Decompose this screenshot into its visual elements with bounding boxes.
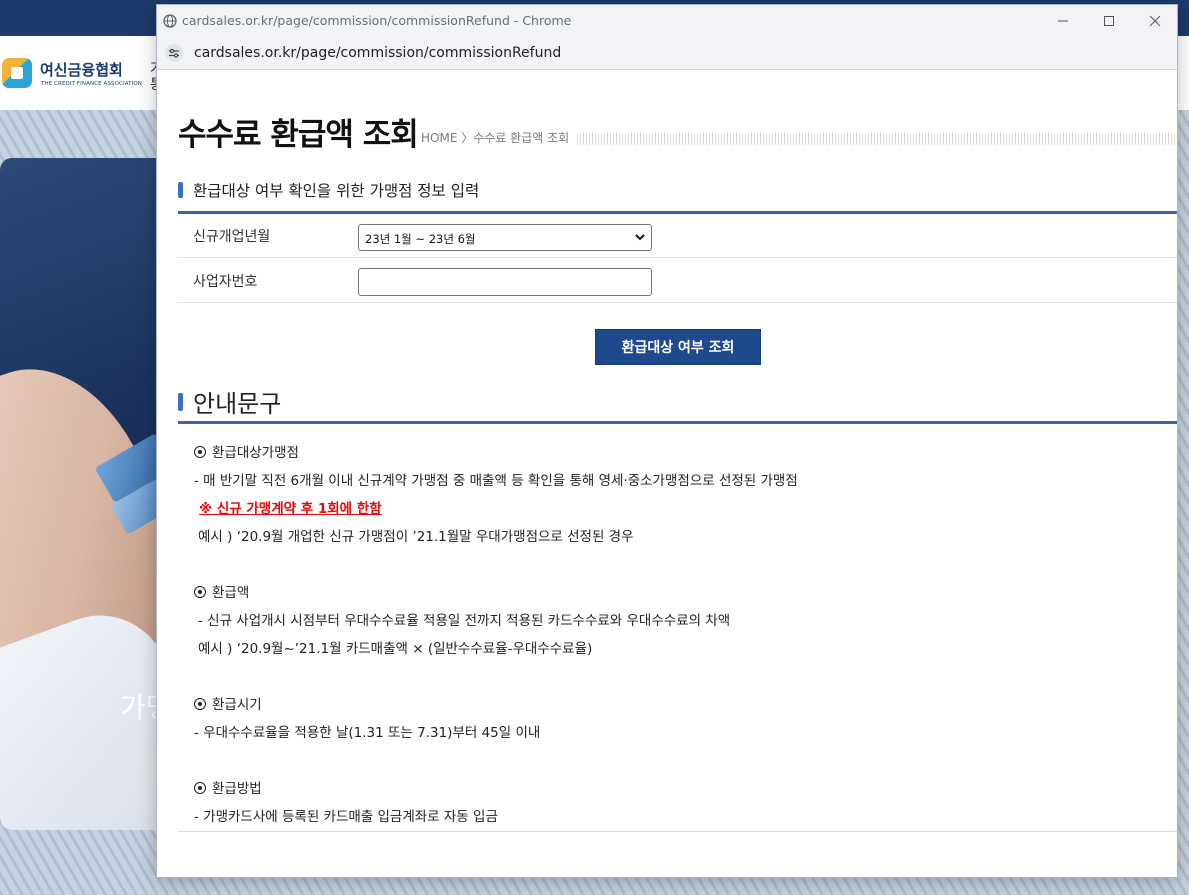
notice-heading-text: 환급방법	[212, 781, 262, 797]
open-month-selected: 23년 1월 ~ 23년 6월	[365, 232, 476, 246]
open-month-row: 신규개업년월 23년 1월 ~ 23년 6월	[178, 214, 1177, 258]
notice-heading-text: 환급액	[212, 585, 250, 601]
popup-window: cardsales.or.kr/page/commission/commissi…	[156, 4, 1178, 878]
bullet-radio-icon	[194, 446, 206, 458]
address-bar[interactable]: cardsales.or.kr/page/commission/commissi…	[157, 37, 1177, 70]
section-marker	[178, 392, 183, 411]
background-hero-panel	[0, 158, 160, 830]
check-eligibility-button[interactable]: 환급대상 여부 조회	[595, 329, 761, 365]
maximize-icon	[1104, 16, 1114, 26]
breadcrumb: HOME 〉수수료 환급액 조회	[421, 131, 570, 145]
notice-section-header: 안내문구	[178, 384, 281, 419]
notice-warning-wrap: ※ 신규 가맹계약 후 1회에 한함	[199, 497, 382, 517]
notice-text: - 매 반기말 직전 6개월 이내 신규계약 가맹점 중 매출액 등 확인을 통…	[194, 473, 798, 489]
section-divider	[178, 421, 1177, 424]
notice-text: - 가맹카드사에 등록된 카드매출 입금계좌로 자동 입금	[194, 809, 498, 825]
bullet-radio-icon	[194, 782, 206, 794]
minimize-icon	[1058, 20, 1068, 22]
breadcrumb-divider	[577, 133, 1177, 145]
minimize-button[interactable]	[1040, 5, 1086, 37]
close-button[interactable]	[1132, 5, 1177, 37]
notice-heading-text: 환급대상가맹점	[212, 445, 299, 461]
notice-text: - 신규 사업개시 시점부터 우대수수료율 적용일 전까지 적용된 카드수수료와…	[198, 613, 731, 629]
notice-section-title: 안내문구	[193, 390, 282, 418]
bullet-radio-icon	[194, 586, 206, 598]
chevron-down-icon	[635, 234, 645, 241]
notice-example: 예시 ) ‘20.9월~’21.1월 카드매출액 × (일반수수료율-우대수수료…	[198, 641, 593, 657]
page-content: 수수료 환급액 조회 HOME 〉수수료 환급액 조회 환급대상 여부 확인을 …	[157, 71, 1177, 877]
open-month-label: 신규개업년월	[193, 229, 271, 245]
association-logo-text[interactable]: 여신금융협회	[40, 59, 123, 80]
notice-heading-amount: 환급액	[194, 581, 249, 601]
url-text[interactable]: cardsales.or.kr/page/commission/commissi…	[194, 45, 561, 61]
page-title: 수수료 환급액 조회	[178, 117, 419, 153]
bottom-divider	[178, 831, 1177, 832]
association-logo-subtitle: THE CREDIT FINANCE ASSOCIATION	[41, 81, 142, 87]
notice-heading-method: 환급방법	[194, 777, 262, 797]
window-titlebar[interactable]: cardsales.or.kr/page/commission/commissi…	[157, 5, 1177, 37]
biz-number-label: 사업자번호	[193, 274, 258, 290]
maximize-button[interactable]	[1086, 5, 1132, 37]
notice-text: - 우대수수료율을 적용한 날(1.31 또는 7.31)부터 45일 이내	[194, 725, 541, 741]
window-title: cardsales.or.kr/page/commission/commissi…	[182, 13, 572, 28]
form-section-title: 환급대상 여부 확인을 위한 가맹점 정보 입력	[193, 182, 480, 200]
biz-number-input[interactable]	[358, 268, 652, 296]
association-logo-icon[interactable]	[2, 58, 32, 88]
notice-heading-timing: 환급시기	[194, 693, 262, 713]
globe-icon	[163, 14, 177, 28]
notice-heading-target: 환급대상가맹점	[194, 441, 299, 461]
notice-warning: ※ 신규 가맹계약 후 1회에 한함	[199, 501, 382, 517]
close-icon	[1149, 15, 1161, 27]
tune-icon	[169, 48, 179, 58]
notice-heading-text: 환급시기	[212, 697, 262, 713]
open-month-select[interactable]: 23년 1월 ~ 23년 6월	[358, 224, 652, 251]
section-marker	[178, 182, 183, 198]
biz-number-row: 사업자번호	[178, 259, 1177, 303]
site-info-icon[interactable]	[165, 44, 183, 62]
notice-example: 예시 ) ‘20.9월 개업한 신규 가맹점이 ’21.1월말 우대가맹점으로 …	[198, 529, 634, 545]
form-section-header: 환급대상 여부 확인을 위한 가맹점 정보 입력	[178, 179, 479, 201]
bullet-radio-icon	[194, 698, 206, 710]
